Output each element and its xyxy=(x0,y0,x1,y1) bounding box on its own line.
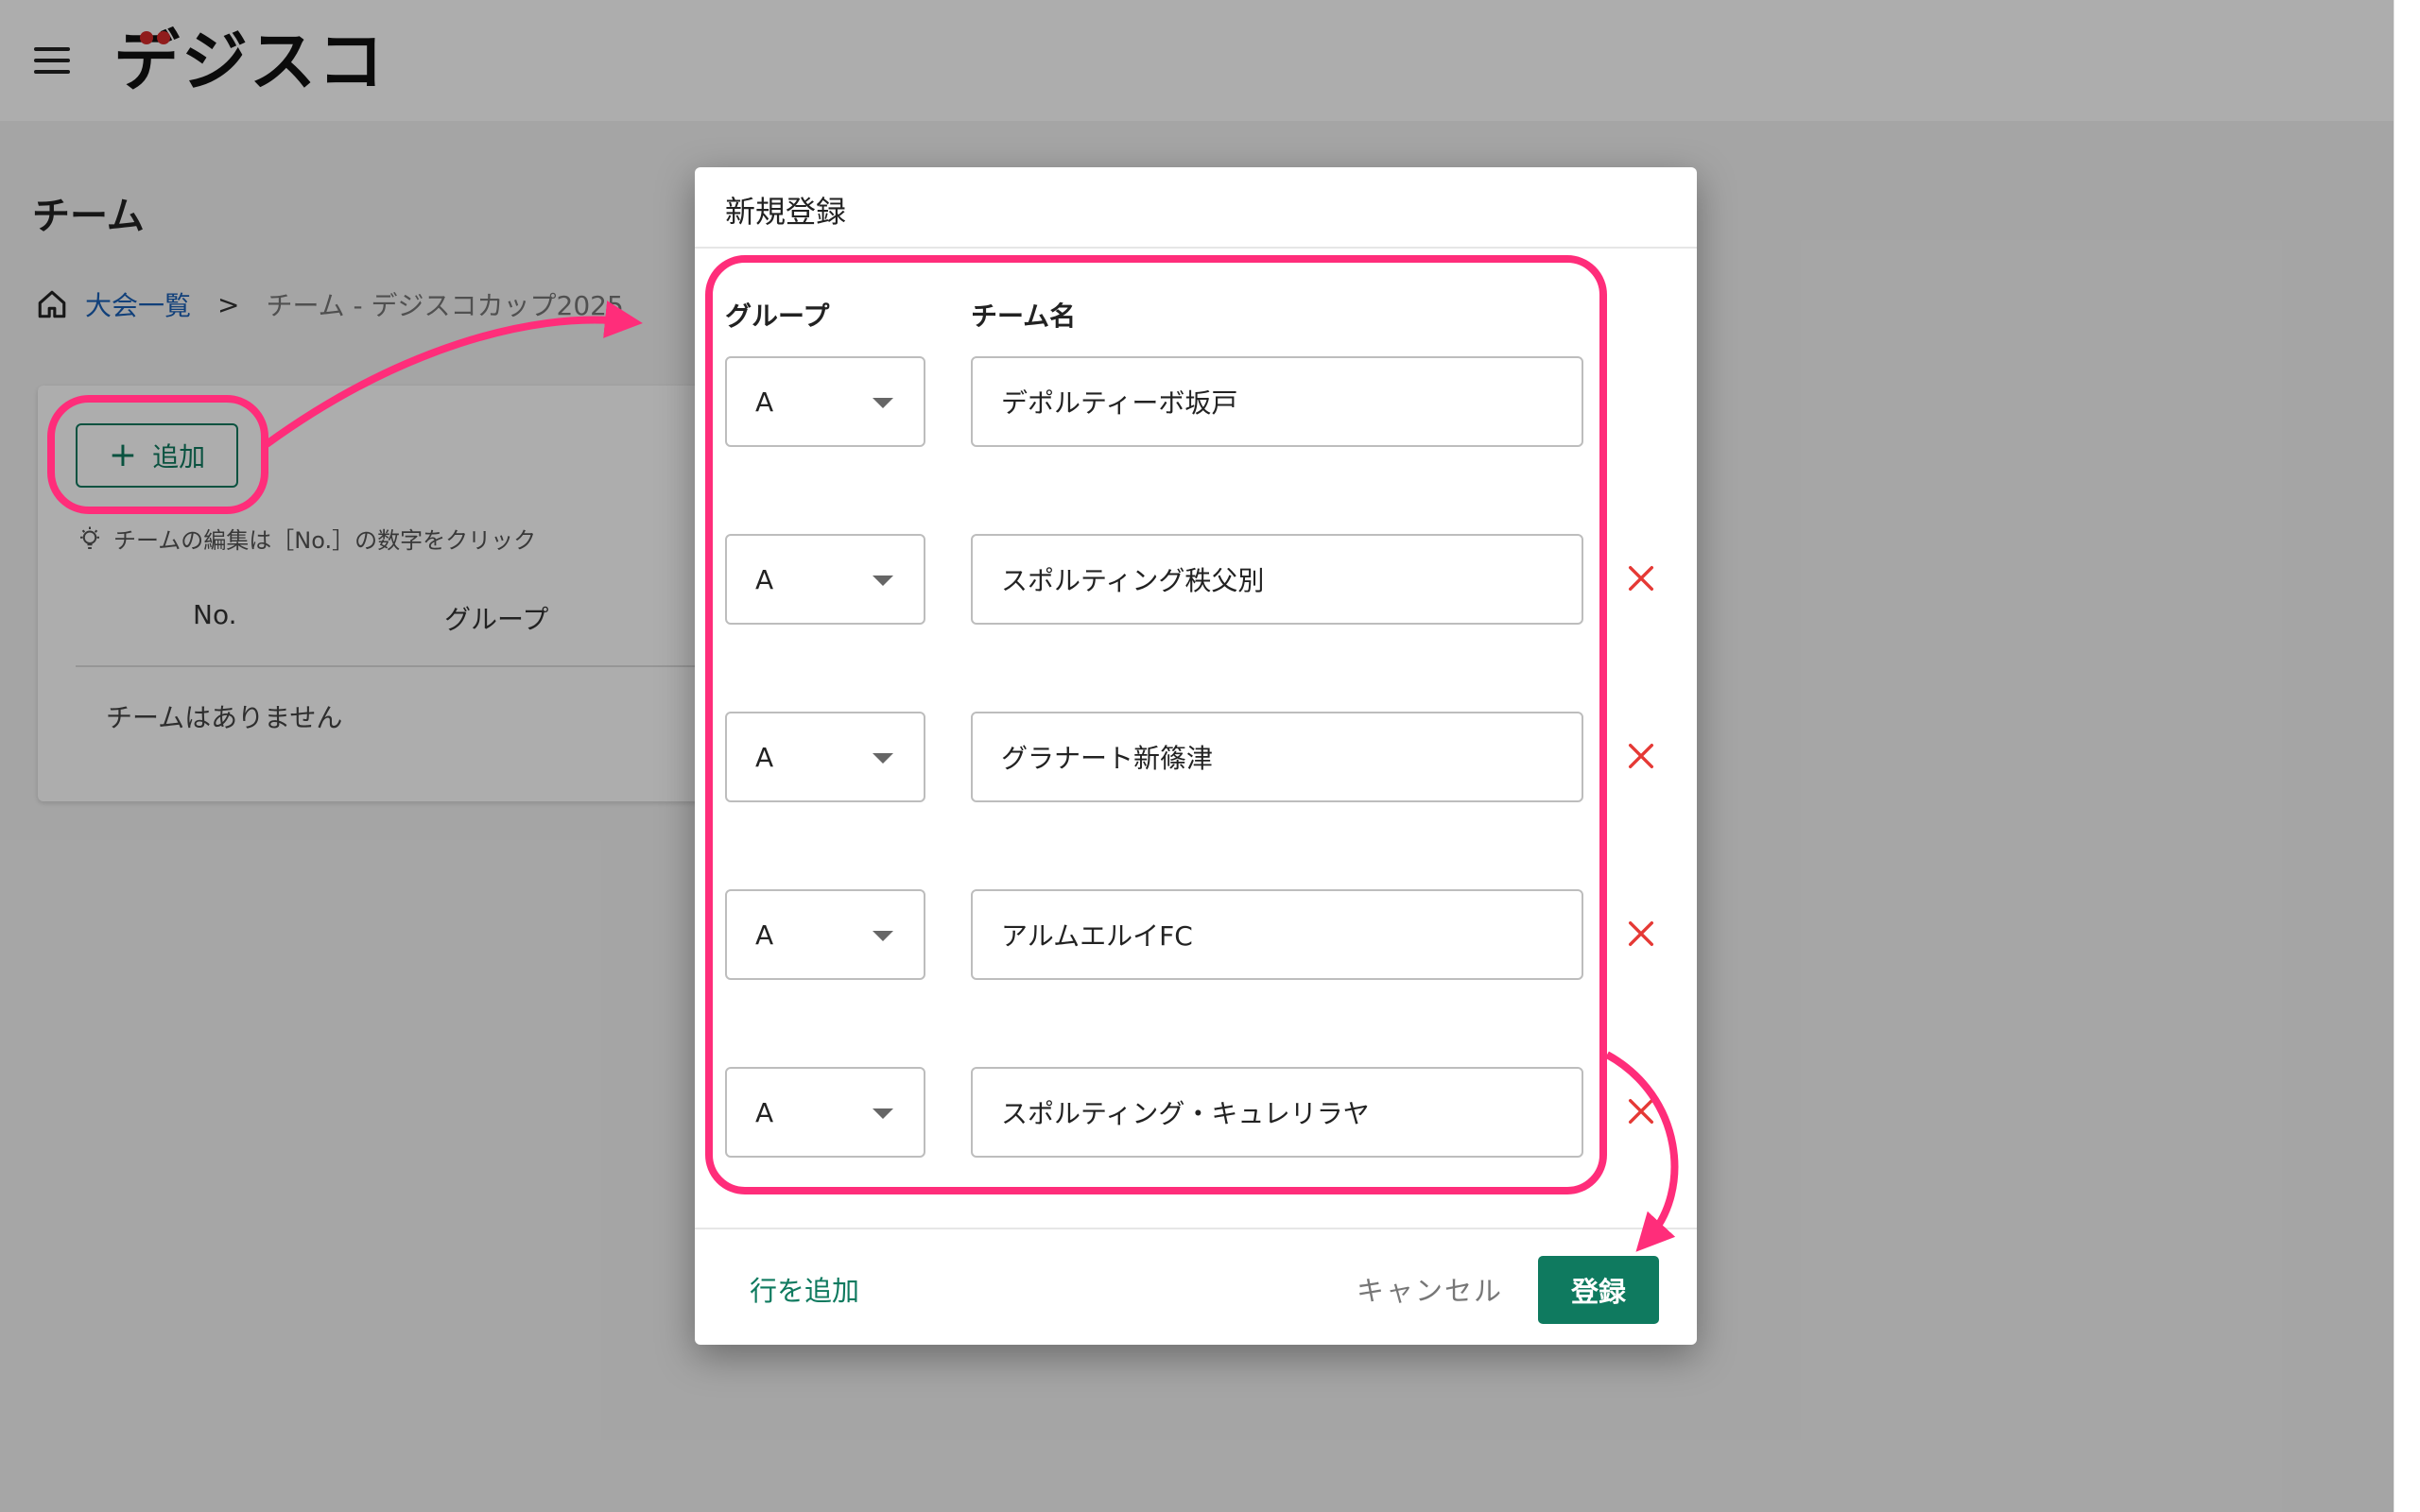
group-select-value: A xyxy=(755,1097,774,1128)
team-row: A xyxy=(695,356,1697,447)
delete-row-icon[interactable] xyxy=(1625,740,1657,772)
team-name-input[interactable] xyxy=(971,1067,1583,1158)
dialog-divider xyxy=(695,247,1697,249)
group-select[interactable]: A xyxy=(725,534,925,625)
new-registration-dialog: 新規登録 グループ チーム名 A A A A xyxy=(695,167,1697,1345)
delete-row-icon[interactable] xyxy=(1625,918,1657,950)
group-select-value: A xyxy=(755,742,774,773)
delete-row-icon[interactable] xyxy=(1625,1095,1657,1127)
cancel-button[interactable]: キャンセル xyxy=(1357,1269,1503,1309)
group-select[interactable]: A xyxy=(725,712,925,802)
team-name-input[interactable] xyxy=(971,889,1583,980)
add-row-button[interactable]: 行を追加 xyxy=(750,1269,859,1309)
dialog-footer-divider xyxy=(695,1228,1697,1229)
group-select[interactable]: A xyxy=(725,1067,925,1158)
delete-row-icon[interactable] xyxy=(1625,562,1657,594)
dropdown-arrow-icon xyxy=(873,753,893,764)
dropdown-arrow-icon xyxy=(873,931,893,941)
column-label-team-name: チーム名 xyxy=(971,301,1077,332)
team-row: A xyxy=(695,1067,1697,1158)
group-select-value: A xyxy=(755,919,774,951)
dialog-title: 新規登録 xyxy=(725,194,847,230)
page-scrollbar[interactable] xyxy=(2394,0,2420,1512)
group-select-value: A xyxy=(755,387,774,418)
dropdown-arrow-icon xyxy=(873,576,893,586)
team-name-input[interactable] xyxy=(971,712,1583,802)
group-select[interactable]: A xyxy=(725,356,925,447)
dropdown-arrow-icon xyxy=(873,398,893,408)
team-row: A xyxy=(695,889,1697,980)
team-row: A xyxy=(695,534,1697,625)
team-name-input[interactable] xyxy=(971,356,1583,447)
dropdown-arrow-icon xyxy=(873,1108,893,1119)
team-name-input[interactable] xyxy=(971,534,1583,625)
column-label-group: グループ xyxy=(725,301,830,332)
group-select[interactable]: A xyxy=(725,889,925,980)
group-select-value: A xyxy=(755,564,774,595)
team-row: A xyxy=(695,712,1697,802)
register-button[interactable]: 登録 xyxy=(1538,1256,1659,1324)
